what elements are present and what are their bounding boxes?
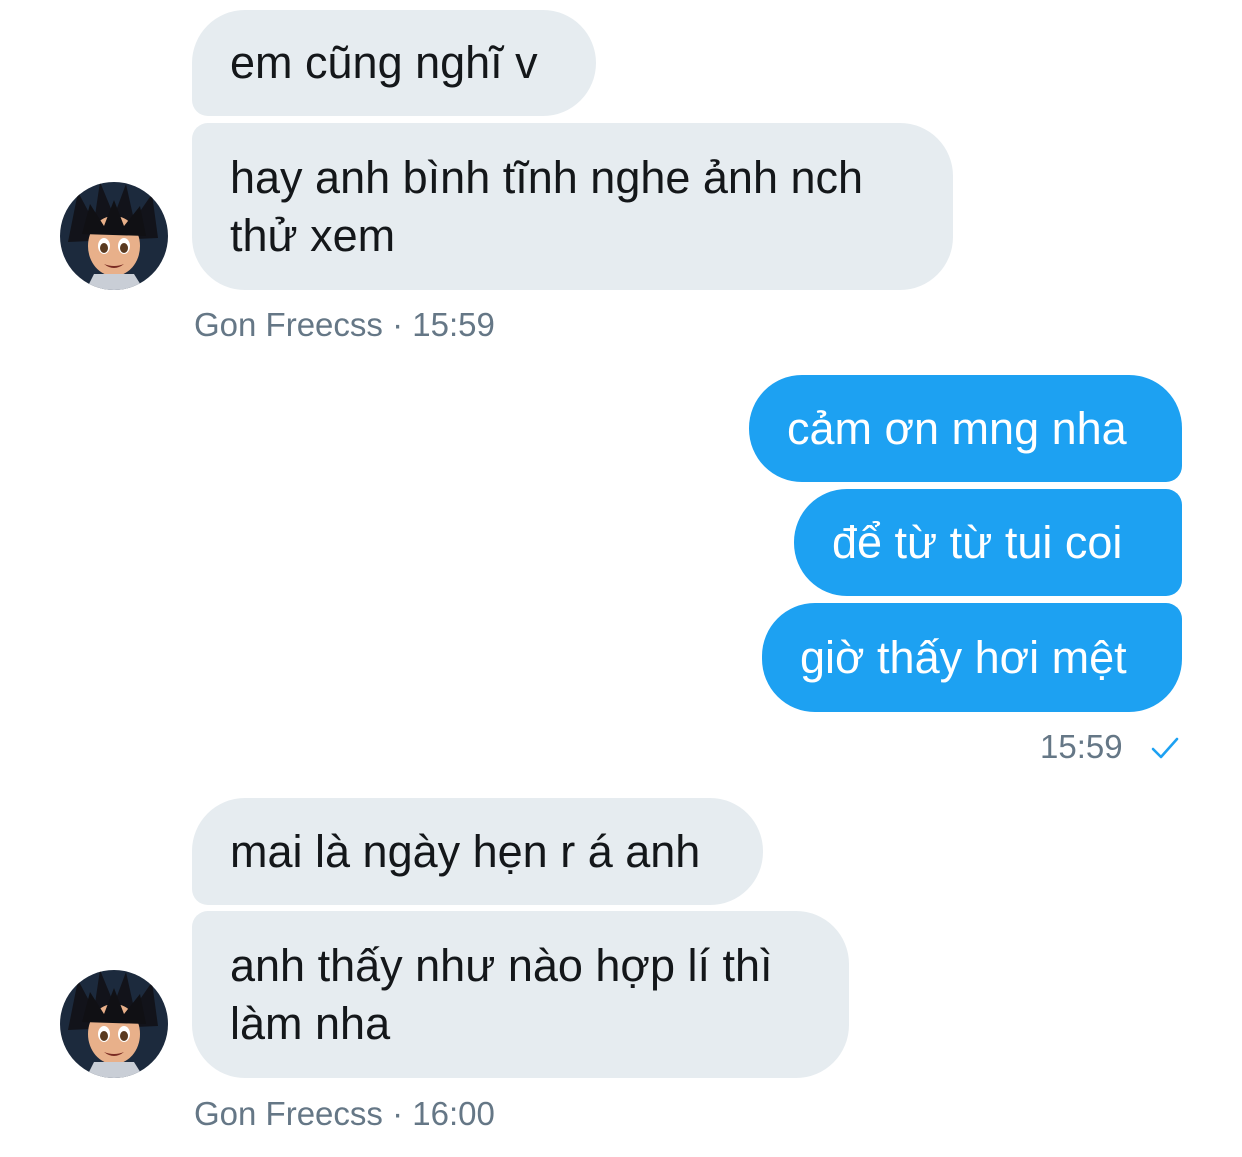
message-bubble-incoming[interactable]: hay anh bình tĩnh nghe ảnh nch thử xem <box>192 123 953 290</box>
separator: · <box>392 1095 404 1132</box>
avatar[interactable] <box>60 970 168 1078</box>
timestamp: 16:00 <box>412 1095 495 1132</box>
message-meta: Gon Freecss · 16:00 <box>194 1094 495 1134</box>
avatar-image <box>60 182 168 290</box>
message-text: giờ thấy hơi mệt <box>800 631 1127 683</box>
message-bubble-outgoing[interactable]: để từ từ tui coi <box>794 489 1182 596</box>
separator: · <box>392 306 404 343</box>
sender-name: Gon Freecss <box>194 306 383 343</box>
message-meta: 15:59 <box>1040 727 1123 767</box>
sender-name: Gon Freecss <box>194 1095 383 1132</box>
timestamp: 15:59 <box>1040 728 1123 765</box>
avatar[interactable] <box>60 182 168 290</box>
message-text: cảm ơn mng nha <box>787 402 1127 454</box>
message-text: hay anh bình tĩnh nghe ảnh nch thử xem <box>230 151 864 261</box>
check-icon <box>1151 737 1179 759</box>
message-bubble-outgoing[interactable]: cảm ơn mng nha <box>749 375 1182 482</box>
message-text: mai là ngày hẹn r á anh <box>230 825 701 877</box>
message-text: em cũng nghĩ v <box>230 37 538 88</box>
avatar-image <box>60 970 168 1078</box>
timestamp: 15:59 <box>412 306 495 343</box>
message-bubble-incoming[interactable]: em cũng nghĩ v <box>192 10 596 116</box>
message-bubble-incoming[interactable]: anh thấy như nào hợp lí thì làm nha <box>192 911 849 1078</box>
message-meta: Gon Freecss · 15:59 <box>194 305 495 345</box>
message-bubble-outgoing[interactable]: giờ thấy hơi mệt <box>762 603 1182 712</box>
message-text: để từ từ tui coi <box>832 516 1123 568</box>
message-text: anh thấy như nào hợp lí thì làm nha <box>230 939 773 1049</box>
message-bubble-incoming[interactable]: mai là ngày hẹn r á anh <box>192 798 763 905</box>
